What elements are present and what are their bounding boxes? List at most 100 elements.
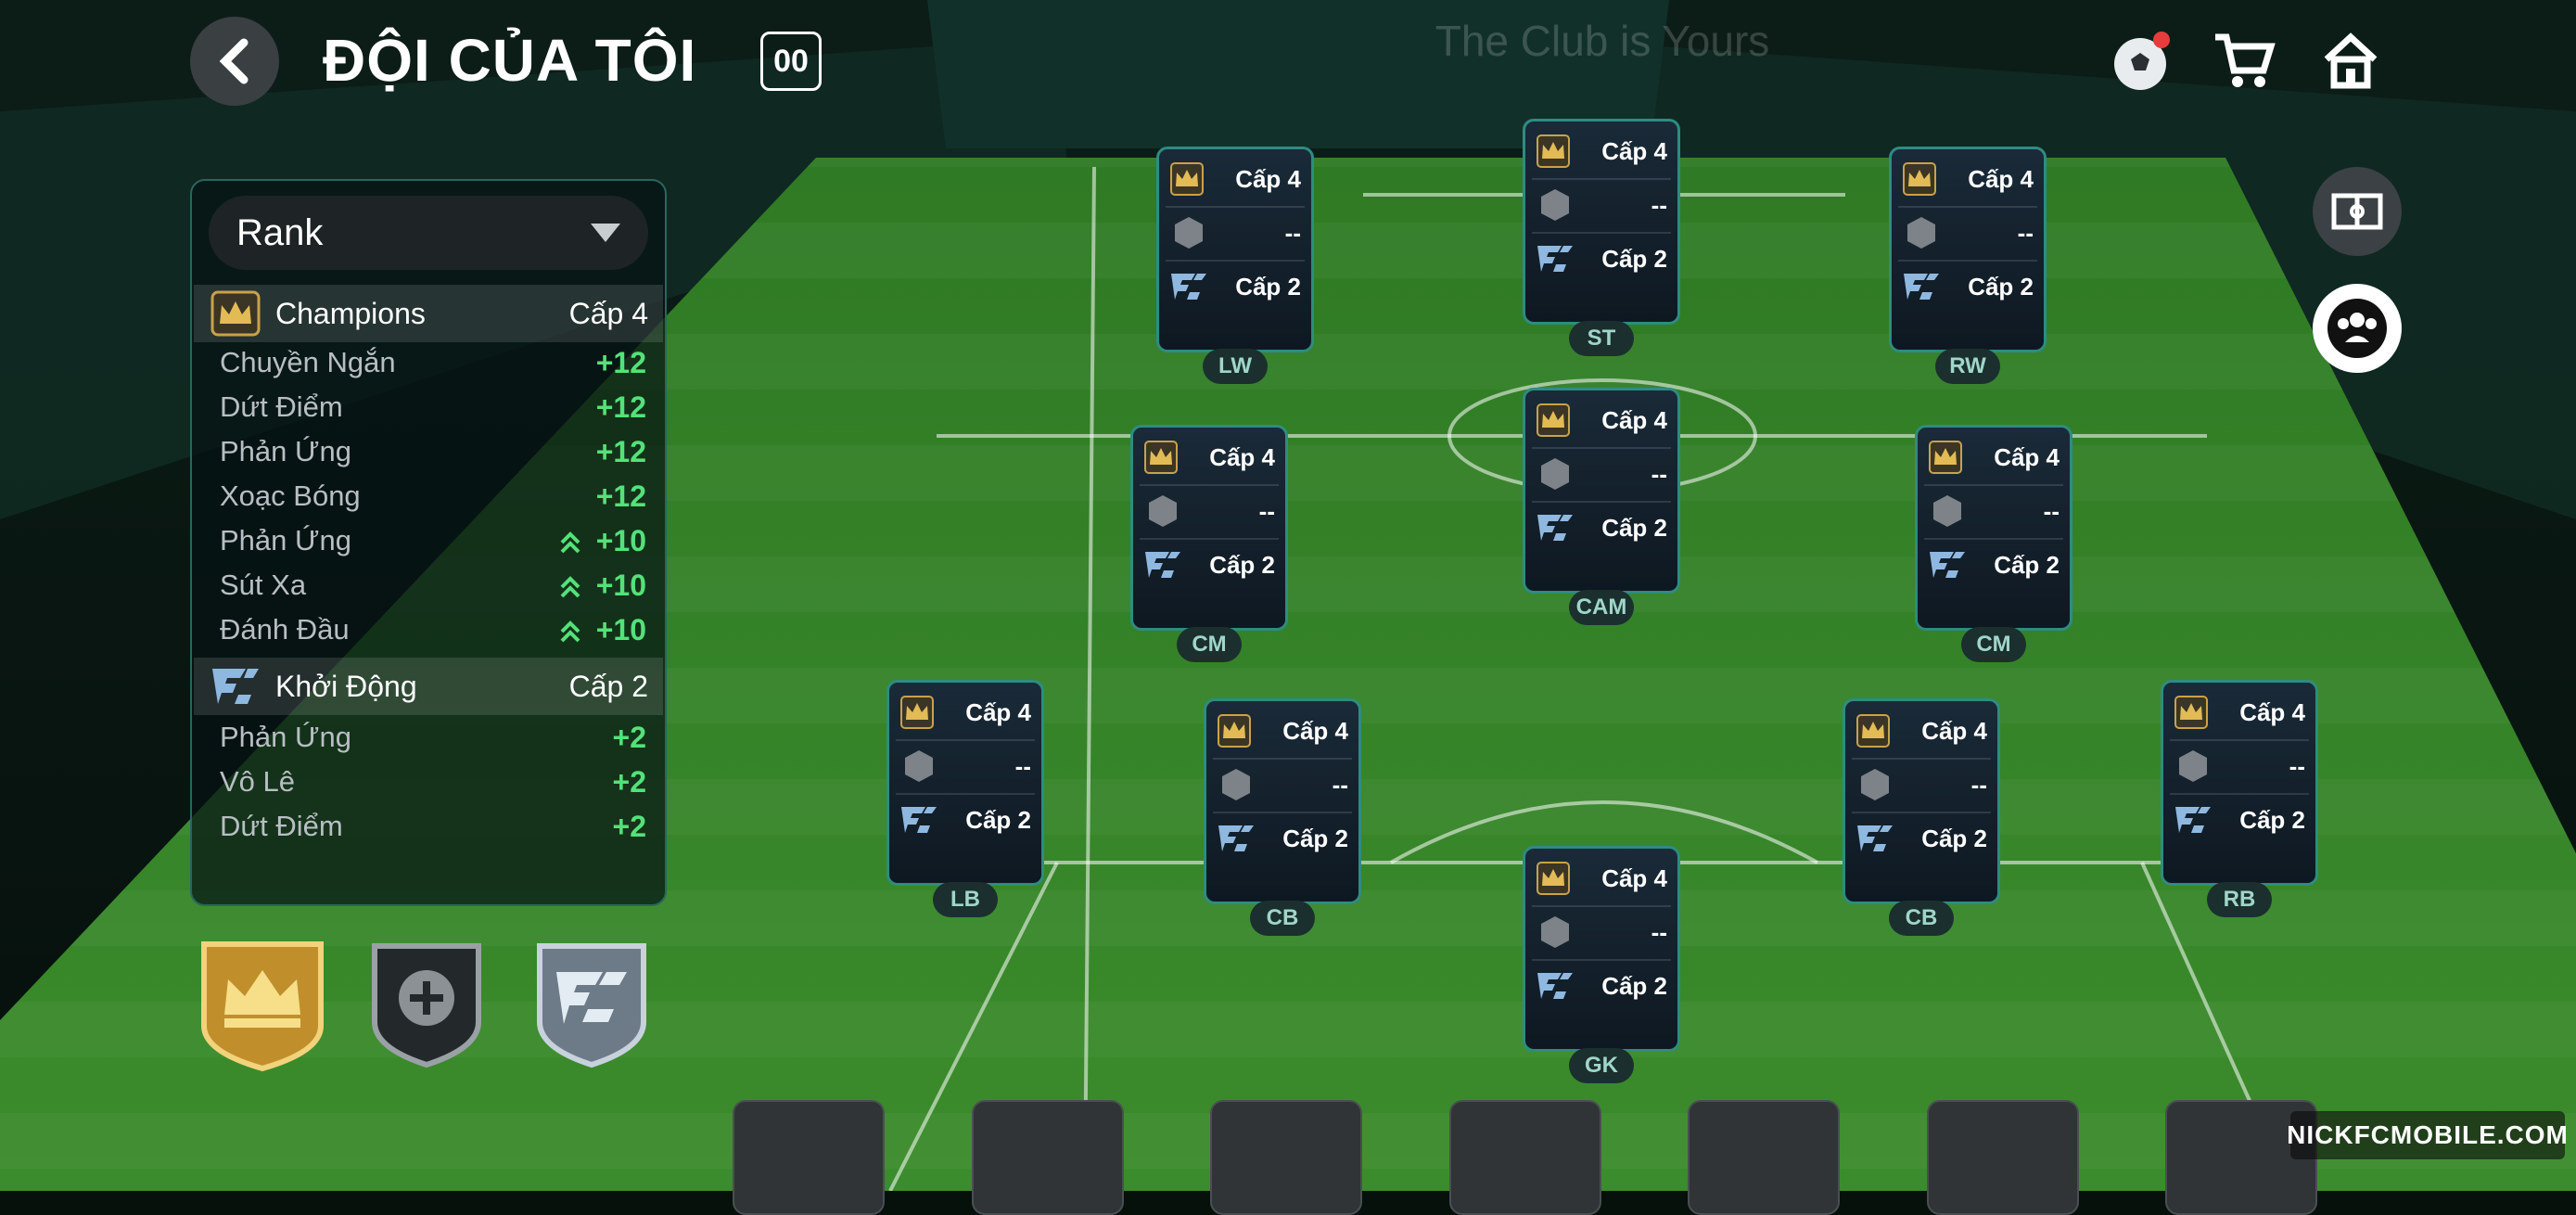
fc-logo-icon (1904, 274, 1939, 300)
position-label: RB (2207, 882, 2272, 917)
card-fc-row: Cấp 2 (886, 797, 1044, 843)
crown-icon (201, 941, 324, 1072)
sub-slot[interactable] (1210, 1100, 1362, 1215)
stat-value: +12 (595, 435, 646, 468)
card-fc-level: Cấp 2 (1994, 551, 2060, 579)
pitch-view-icon (2331, 193, 2383, 230)
stat-row: Xoạc Bóng +12 (220, 480, 646, 520)
card-rank-level: Cấp 4 (1235, 165, 1301, 193)
group-name: Khởi Động (275, 669, 417, 703)
sub-slot[interactable] (1927, 1100, 2079, 1215)
stat-value: +10 (595, 569, 646, 602)
player-card[interactable]: Cấp 4 -- Cấp 2 LB (886, 680, 1044, 917)
card-rank-row: Cấp 4 (1523, 855, 1680, 902)
card-empty-value: -- (2043, 497, 2060, 525)
divider (1852, 758, 1991, 760)
player-card[interactable]: Cấp 4 -- Cấp 2 ST (1523, 119, 1680, 356)
card-fc-row: Cấp 2 (1889, 263, 2047, 310)
group-level: Cấp 4 (568, 296, 648, 330)
card-empty-row: -- (1523, 451, 1680, 497)
player-card[interactable]: Cấp 4 -- Cấp 2 GK (1523, 846, 1680, 1083)
sub-slot[interactable] (733, 1100, 885, 1215)
divider (1898, 260, 2037, 262)
stat-value: +12 (595, 346, 646, 379)
card-rank-row: Cấp 4 (886, 689, 1044, 735)
card-rank-level: Cấp 4 (1282, 717, 1348, 745)
divider (1166, 260, 1305, 262)
fc-logo-icon (1537, 515, 1573, 541)
crown-icon (210, 290, 261, 337)
player-card[interactable]: Cấp 4 -- Cấp 2 CM (1915, 425, 2072, 662)
player-card[interactable]: Cấp 4 -- Cấp 2 CM (1130, 425, 1288, 662)
football-button[interactable] (2103, 24, 2177, 98)
back-button[interactable] (190, 17, 279, 106)
card-empty-value: -- (1284, 219, 1301, 247)
team-icon (2327, 299, 2387, 358)
card-fc-row: Cấp 2 (1843, 815, 2000, 862)
position-label: CM (1177, 627, 1242, 662)
fc-logo-icon (901, 807, 937, 833)
double-chevron-up-icon (560, 576, 580, 598)
stat-row: Phản Ứng +10 (220, 524, 646, 565)
card-rank-level: Cấp 4 (1921, 717, 1987, 745)
crown-icon (1537, 862, 1570, 895)
double-chevron-up-icon (560, 620, 580, 643)
fc-rank-shield[interactable] (534, 940, 649, 1070)
group-name: Champions (275, 296, 426, 330)
crown-icon (1218, 714, 1251, 748)
player-card[interactable]: Cấp 4 -- Cấp 2 CAM (1523, 388, 1680, 625)
card-empty-row: -- (886, 743, 1044, 789)
card-fc-level: Cấp 2 (1968, 273, 2034, 301)
divider (1898, 206, 2037, 208)
divider (1924, 484, 2063, 486)
stat-label: Dứt Điểm (220, 390, 343, 423)
crown-icon (1856, 714, 1890, 748)
crown-icon (1537, 403, 1570, 437)
card-rank-row: Cấp 4 (1204, 708, 1361, 754)
divider (896, 739, 1035, 741)
player-card[interactable]: Cấp 4 -- Cấp 2 RB (2161, 680, 2318, 917)
stat-value: +2 (612, 765, 646, 799)
crown-icon (1537, 134, 1570, 168)
card-empty-row: -- (1889, 210, 2047, 256)
stat-label: Chuyền Ngắn (220, 346, 396, 378)
player-card[interactable]: Cấp 4 -- Cấp 2 RW (1889, 147, 2047, 384)
divider (2170, 793, 2309, 795)
rank-dropdown[interactable]: Rank (209, 196, 648, 270)
watermark: NICKFCMOBILE.COM (2287, 1111, 2568, 1159)
champions-rank-shield[interactable] (197, 937, 328, 1074)
fc-logo-icon (1857, 825, 1893, 851)
chevron-down-icon (591, 224, 620, 242)
player-card[interactable]: Cấp 4 -- Cấp 2 CB (1843, 698, 2000, 936)
card-rank-level: Cấp 4 (1601, 864, 1667, 892)
player-card[interactable]: Cấp 4 -- Cấp 2 LW (1156, 147, 1314, 384)
position-label: LB (933, 882, 998, 917)
card-rank-row: Cấp 4 (1889, 156, 2047, 202)
stat-label: Vô Lê (220, 765, 296, 798)
sub-slot[interactable] (972, 1100, 1124, 1215)
card-empty-row: -- (1843, 761, 2000, 808)
stat-row: Sút Xa +10 (220, 569, 646, 609)
divider (1532, 447, 1671, 449)
card-empty-row: -- (1915, 488, 2072, 534)
home-button[interactable] (2314, 24, 2388, 98)
fc-logo-icon (1537, 973, 1573, 999)
crown-icon (1170, 162, 1204, 196)
shop-cart-button[interactable] (2207, 24, 2281, 98)
card-fc-level: Cấp 2 (1282, 825, 1348, 852)
sub-slot[interactable] (1688, 1100, 1840, 1215)
divider (1924, 538, 2063, 540)
add-slot-shield[interactable] (369, 940, 484, 1070)
page-title: ĐỘI CỦA TÔI (323, 27, 697, 94)
sub-slot[interactable] (1449, 1100, 1601, 1215)
back-arrow-icon (219, 38, 249, 84)
team-boost-button[interactable] (2313, 284, 2402, 373)
divider (1140, 538, 1279, 540)
divider (1140, 484, 1279, 486)
hexagon-icon (1541, 916, 1569, 948)
player-card[interactable]: Cấp 4 -- Cấp 2 CB (1204, 698, 1361, 936)
divider (2170, 739, 2309, 741)
fc-logo-icon (1930, 552, 1965, 578)
pitch-view-button[interactable] (2313, 167, 2402, 256)
stat-row: Dứt Điểm +12 (220, 390, 646, 431)
